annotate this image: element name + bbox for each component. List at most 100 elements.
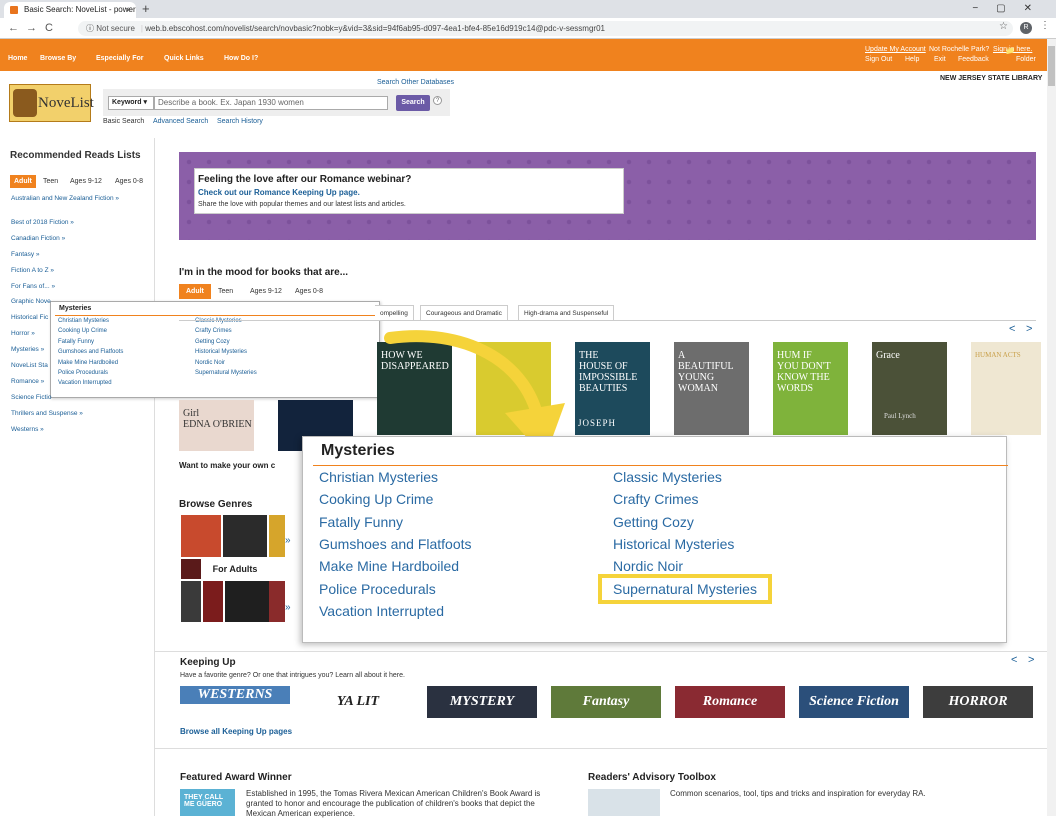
sidebar-tab-ages-0-8[interactable]: Ages 0-8 [111, 175, 147, 188]
genre-chevron-icon-2[interactable]: » [285, 602, 291, 613]
keeping-up-tile[interactable]: WESTERNS [180, 686, 290, 704]
genre-tile[interactable] [181, 559, 201, 579]
mini-popup-item[interactable]: Gumshoes and Flatfoots [58, 349, 123, 355]
nav-home[interactable]: Home [8, 55, 27, 62]
mini-popup-item[interactable]: Getting Cozy [195, 339, 230, 345]
scrollbar[interactable] [1047, 39, 1056, 816]
folder-icon[interactable]: 📁 [1005, 46, 1015, 55]
book-cover[interactable]: A BEAUTIFUL YOUNG WOMAN [674, 342, 749, 435]
book-cover[interactable]: HUM IF YOU DON'T KNOW THE WORDS [773, 342, 848, 435]
keeping-up-tile[interactable]: Romance [675, 686, 785, 718]
feedback-link[interactable]: Feedback [958, 56, 989, 63]
sidebar-item[interactable]: Graphic Nove [11, 298, 51, 305]
scrollbar-thumb[interactable] [1048, 46, 1055, 86]
big-popup-item[interactable]: Vacation Interrupted [319, 603, 444, 619]
mini-popup-item[interactable]: Cooking Up Crime [58, 328, 107, 334]
genre-tile[interactable] [269, 581, 285, 622]
sidebar-item[interactable]: Historical Fic [11, 314, 48, 321]
profile-avatar[interactable]: R [1020, 22, 1032, 34]
sidebar-item[interactable]: Australian and New Zealand Fiction » [11, 195, 119, 202]
promo-link[interactable]: Check out our Romance Keeping Up page. [198, 188, 360, 197]
nav-quick-links[interactable]: Quick Links [164, 55, 204, 62]
sidebar-item[interactable]: NoveList Sta [11, 362, 48, 369]
mini-popup-item[interactable]: Classic Mysteries [195, 318, 242, 324]
exit-link[interactable]: Exit [934, 56, 946, 63]
nav-especially-for[interactable]: Especially For [96, 55, 143, 62]
big-popup-item[interactable]: Christian Mysteries [319, 469, 438, 485]
big-popup-item[interactable]: Classic Mysteries [613, 469, 722, 485]
carousel-next-icon[interactable]: > [1026, 323, 1032, 335]
novelist-logo[interactable]: NoveList [9, 84, 94, 122]
big-popup-item[interactable]: Gumshoes and Flatfoots [319, 536, 472, 552]
mood-tab-ages-9-12[interactable]: Ages 9-12 [246, 284, 286, 297]
sidebar-item[interactable]: Westerns » [11, 426, 44, 433]
reload-icon[interactable]: C [45, 21, 53, 35]
update-account-link[interactable]: Update My Account [865, 46, 926, 53]
advanced-search-link[interactable]: Advanced Search [153, 118, 208, 125]
carousel-prev-icon[interactable]: < [1009, 323, 1015, 335]
featured-book-cover[interactable]: THEY CALL ME GÜERO [180, 789, 235, 816]
mini-popup-item[interactable]: Nordic Noir [195, 360, 225, 366]
big-popup-item[interactable]: Getting Cozy [613, 514, 694, 530]
folder-link[interactable]: Folder [1016, 56, 1036, 63]
url-input[interactable]: ⓘ Not secure | web.b.ebscohost.com/noveli… [78, 21, 1013, 36]
mini-popup-item[interactable]: Fatally Funny [58, 339, 94, 345]
keeping-up-tile[interactable]: HORROR [923, 686, 1033, 718]
sidebar-item[interactable]: Fantasy » [11, 251, 40, 258]
sidebar-item[interactable]: Science Fictio [11, 394, 51, 401]
mood-tab-adult[interactable]: Adult [179, 284, 211, 299]
genre-tile[interactable] [269, 515, 285, 557]
sidebar-item[interactable]: Romance » [11, 378, 44, 385]
sidebar-item[interactable]: Horror » [11, 330, 35, 337]
for-adults-label[interactable]: For Adults [201, 559, 269, 579]
keyword-select[interactable]: Keyword ▾ [108, 96, 154, 110]
tab-close-icon[interactable]: × [126, 2, 131, 18]
genre-tile[interactable] [225, 581, 269, 622]
sign-out-link[interactable]: Sign Out [865, 56, 892, 63]
genre-tile[interactable] [203, 581, 223, 622]
keeping-up-tile[interactable]: Fantasy [551, 686, 661, 718]
sidebar-tab-ages-9-12[interactable]: Ages 9-12 [66, 175, 106, 188]
book-cover[interactable]: HUMAN ACTS [971, 342, 1041, 435]
keeping-up-tile[interactable]: YA LIT [303, 686, 413, 718]
big-popup-item[interactable]: Historical Mysteries [613, 536, 734, 552]
keeping-up-tile[interactable]: Science Fiction [799, 686, 909, 718]
big-popup-item[interactable]: Nordic Noir [613, 558, 683, 574]
search-other-databases-link[interactable]: Search Other Databases [377, 79, 454, 86]
browse-all-keeping-up-link[interactable]: Browse all Keeping Up pages [180, 727, 292, 736]
mini-popup-item[interactable]: Vacation Interrupted [58, 380, 112, 386]
mini-popup-item[interactable]: Historical Mysteries [195, 349, 247, 355]
mini-popup-item[interactable]: Police Procedurals [58, 370, 108, 376]
browser-tab[interactable]: Basic Search: NoveList - powere × [4, 2, 136, 18]
book-cover[interactable]: Girl EDNA O'BRIEN [179, 400, 254, 451]
mini-popup-item[interactable]: Make Mine Hardboiled [58, 360, 118, 366]
keeping-prev-icon[interactable]: < [1011, 654, 1017, 666]
genre-chevron-icon[interactable]: » [285, 535, 291, 546]
book-cover[interactable]: Grace [872, 342, 947, 435]
basic-search-link[interactable]: Basic Search [103, 118, 144, 125]
genre-tile[interactable] [181, 515, 221, 557]
menu-kebab-icon[interactable]: ⋮ [1040, 20, 1050, 31]
mood-tab-teen[interactable]: Teen [214, 284, 237, 297]
genre-tile[interactable] [223, 515, 267, 557]
help-link[interactable]: Help [905, 56, 919, 63]
mini-popup-item[interactable]: Supernatural Mysteries [195, 370, 257, 376]
big-popup-item[interactable]: Crafty Crimes [613, 491, 699, 507]
nav-how-do-i[interactable]: How Do I? [224, 55, 258, 62]
big-popup-item[interactable]: Make Mine Hardboiled [319, 558, 459, 574]
window-controls[interactable]: −▢✕ [972, 0, 1050, 17]
search-input[interactable]: Describe a book. Ex. Japan 1930 women [154, 96, 388, 110]
sidebar-item[interactable]: Canadian Fiction » [11, 235, 65, 242]
big-popup-item[interactable]: Fatally Funny [319, 514, 403, 530]
forward-icon[interactable]: → [26, 21, 37, 35]
keeping-up-tile[interactable]: MYSTERY [427, 686, 537, 718]
sidebar-item[interactable]: Mysteries » [11, 346, 44, 353]
mini-popup-item[interactable]: Christian Mysteries [58, 318, 109, 324]
help-icon[interactable]: ? [433, 96, 442, 105]
keeping-next-icon[interactable]: > [1028, 654, 1034, 666]
sidebar-tab-teen[interactable]: Teen [39, 175, 62, 188]
big-popup-item[interactable]: Cooking Up Crime [319, 491, 433, 507]
search-button[interactable]: Search [396, 95, 430, 111]
big-popup-item[interactable]: Police Procedurals [319, 581, 436, 597]
nav-browse-by[interactable]: Browse By [40, 55, 76, 62]
